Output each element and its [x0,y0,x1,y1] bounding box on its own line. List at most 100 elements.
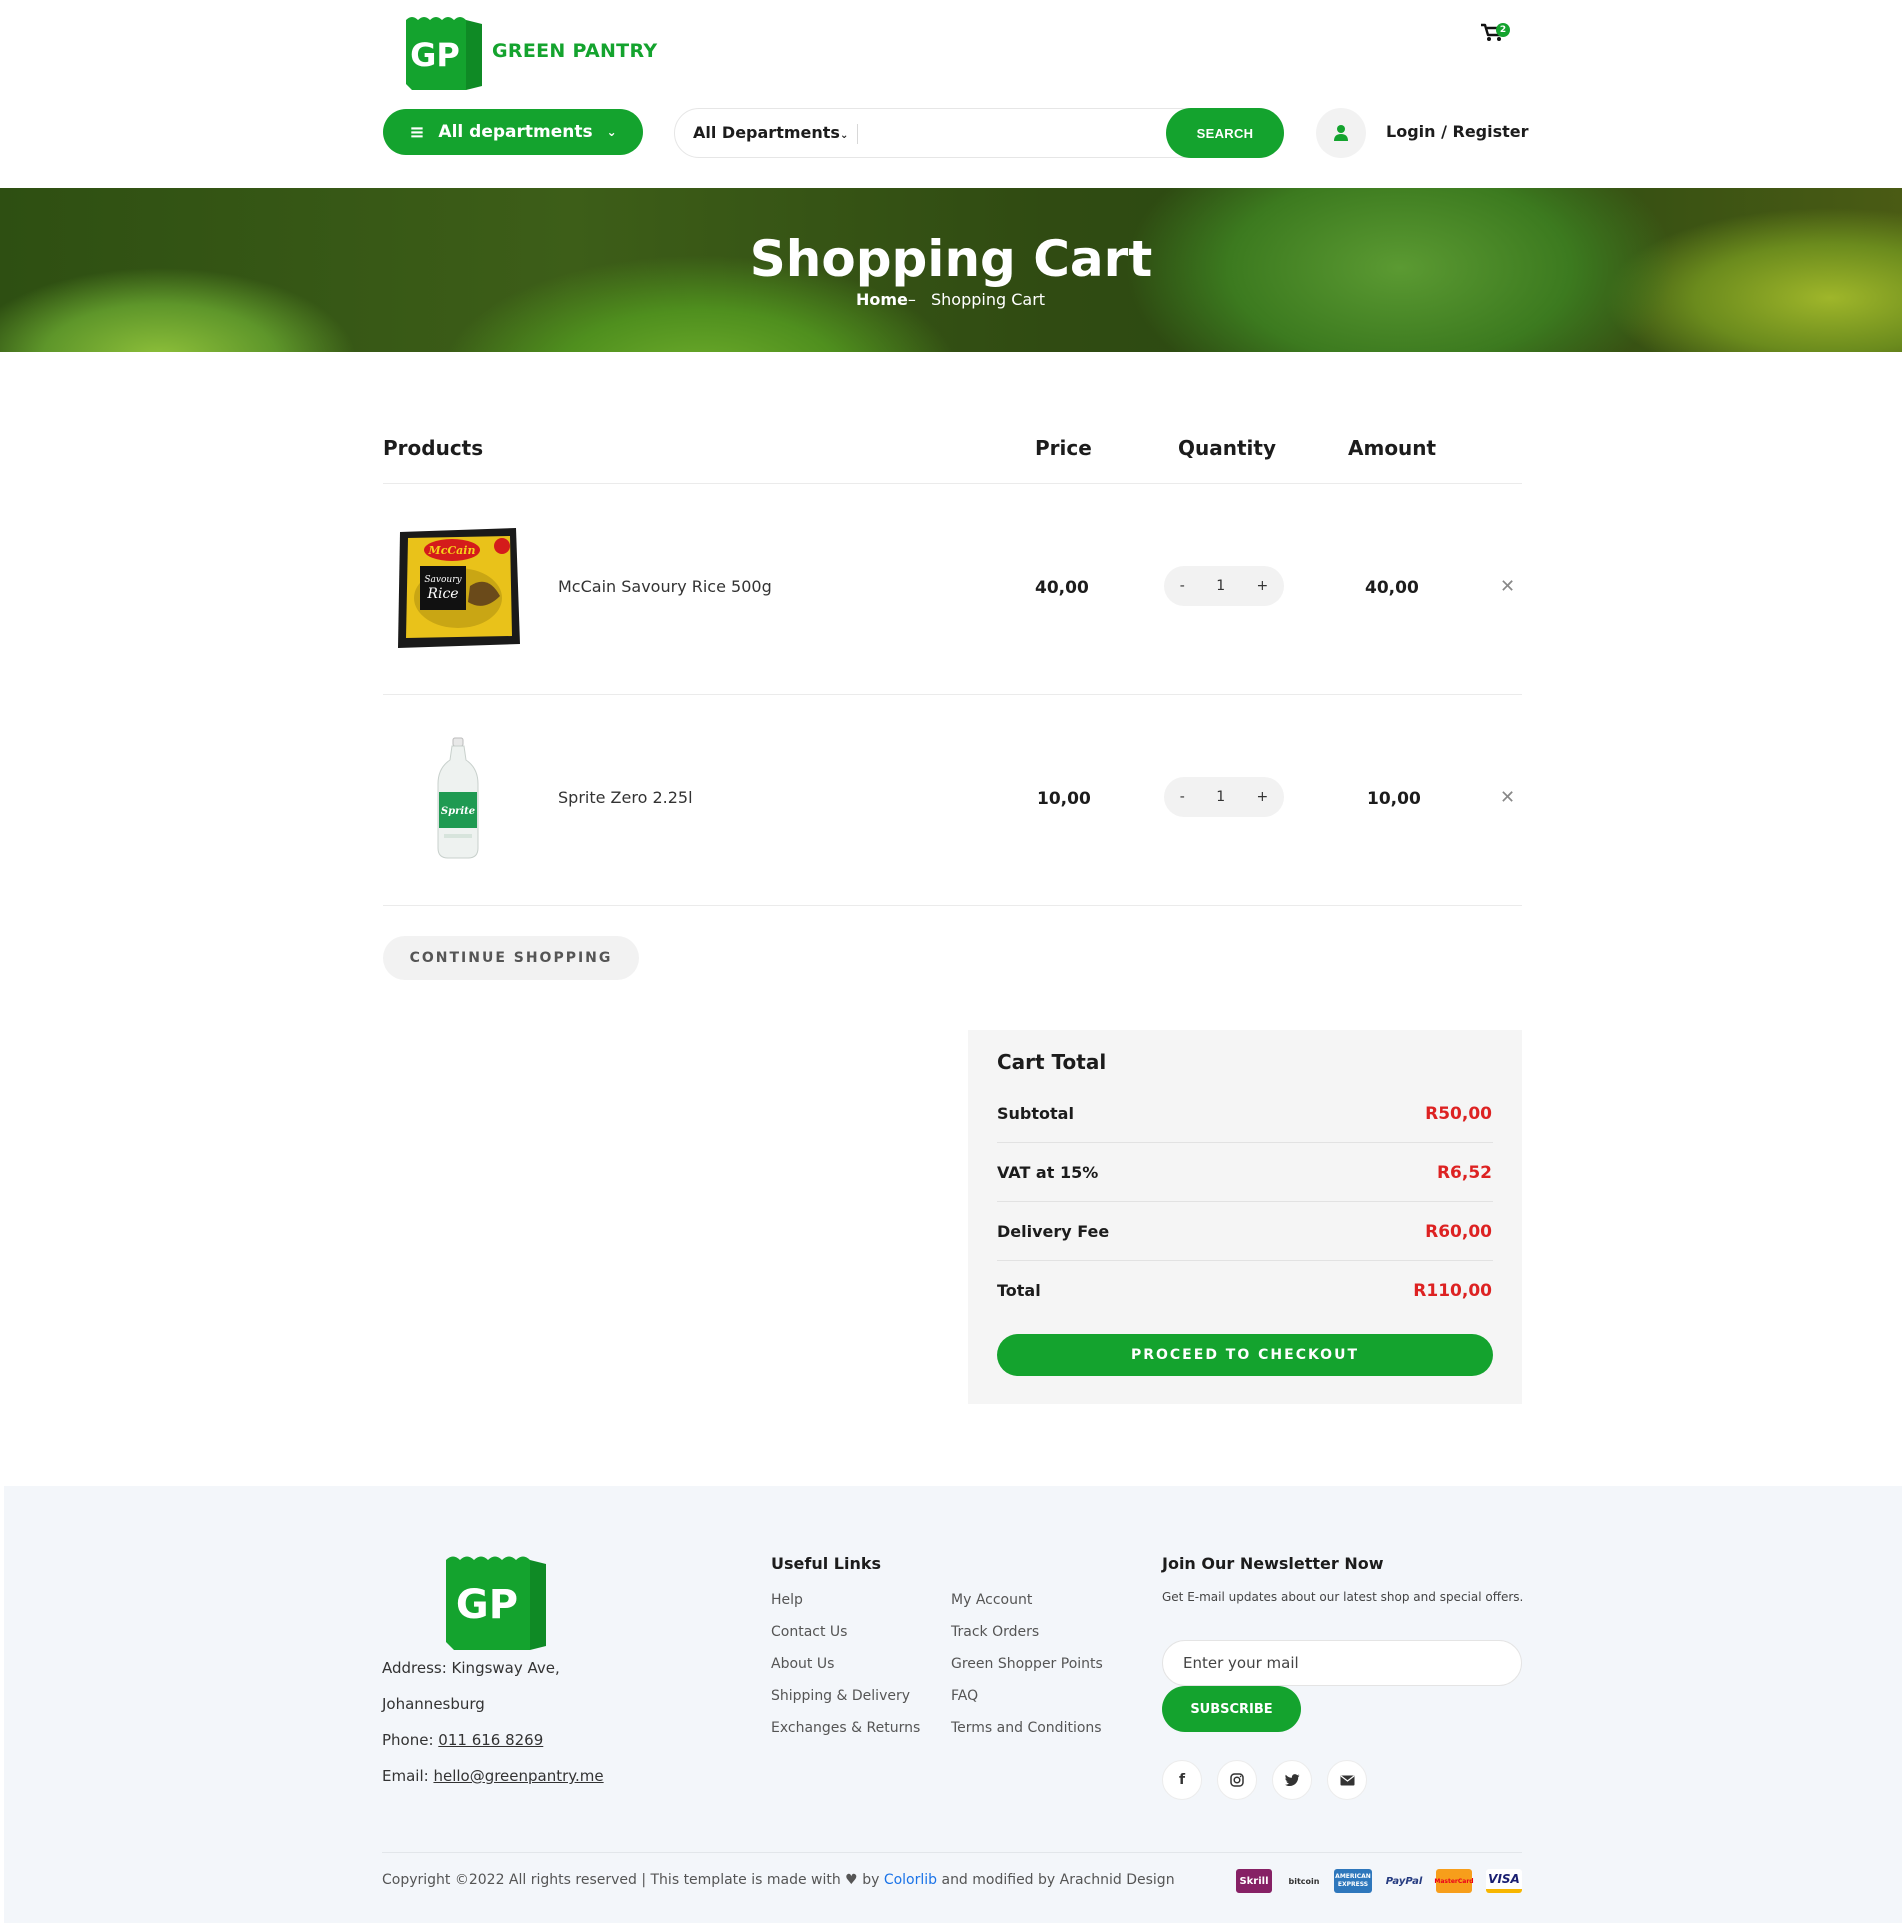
row-divider [383,694,1522,695]
subtotal-value: R50,00 [1425,1104,1492,1124]
product-name[interactable]: McCain Savoury Rice 500g [558,577,772,596]
footer-divider [382,1852,1522,1853]
product-name[interactable]: Sprite Zero 2.25l [558,788,693,807]
logo-initials: GP [410,36,460,74]
facebook-icon[interactable]: f [1162,1760,1202,1800]
instagram-icon[interactable] [1217,1760,1257,1800]
visa-icon: VISA [1486,1869,1522,1893]
product-price: 10,00 [1037,789,1091,809]
product-amount: 40,00 [1365,578,1419,598]
footer-phone-label: Phone: [382,1731,439,1749]
search-category-label: All Departments [693,123,840,142]
cart-count-badge: 2 [1496,23,1510,37]
all-departments-label: All departments [438,122,593,142]
footer-address-line2: Johannesburg [382,1695,485,1713]
search-divider [857,124,858,144]
breadcrumb-home[interactable]: Home [856,290,908,309]
footer-address-line1: Address: Kingsway Ave, [382,1659,560,1677]
column-header-quantity: Quantity [1178,436,1276,460]
quantity-stepper: - 1 + [1164,777,1284,817]
newsletter-title: Join Our Newsletter Now [1162,1554,1384,1573]
footer-link-help[interactable]: Help [771,1592,803,1608]
instagram-glyph [1230,1773,1244,1787]
quantity-increase-button[interactable]: + [1257,578,1269,594]
newsletter-description: Get E-mail updates about our latest shop… [1162,1590,1524,1604]
logo-icon[interactable]: GP [402,14,484,90]
product-price: 40,00 [1035,578,1089,598]
footer-link-my-account[interactable]: My Account [951,1592,1032,1608]
heart-icon: ♥ [845,1872,858,1888]
footer-link-contact-us[interactable]: Contact Us [771,1624,847,1640]
vat-label: VAT at 15% [997,1163,1099,1182]
mastercard-icon: MasterCard [1434,1869,1474,1893]
footer-logo-icon[interactable]: GP [442,1552,548,1650]
footer-link-terms[interactable]: Terms and Conditions [951,1720,1102,1736]
copyright-post: and modified by Arachnid Design [941,1872,1175,1888]
quantity-decrease-button[interactable]: - [1180,578,1185,594]
proceed-to-checkout-button[interactable]: PROCEED TO CHECKOUT [997,1334,1493,1376]
table-header-divider [383,483,1522,484]
hero-banner: Shopping Cart Home– Shopping Cart [0,188,1902,352]
svg-text:Sprite: Sprite [441,806,475,817]
quantity-increase-button[interactable]: + [1257,789,1269,805]
newsletter-email-input[interactable] [1162,1640,1522,1686]
quantity-value[interactable]: 1 [1216,789,1225,805]
continue-shopping-button[interactable]: CONTINUE SHOPPING [383,936,639,980]
vat-value: R6,52 [1436,1163,1492,1183]
user-account-button[interactable] [1316,108,1366,158]
breadcrumb: Home– Shopping Cart [856,290,1045,309]
footer [4,1486,1902,1923]
column-header-price: Price [1035,436,1092,460]
footer-link-green-shopper-points[interactable]: Green Shopper Points [951,1656,1103,1672]
quantity-decrease-button[interactable]: - [1180,789,1185,805]
svg-text:Savoury: Savoury [424,575,462,585]
user-icon [1334,125,1348,141]
footer-email-link[interactable]: hello@greenpantry.me [433,1767,603,1785]
cart-total-title: Cart Total [997,1050,1107,1074]
twitter-icon[interactable] [1272,1760,1312,1800]
colorlib-link[interactable]: Colorlib [884,1872,937,1888]
useful-links-title: Useful Links [771,1554,882,1573]
chevron-down-icon: ⌄ [606,125,617,139]
copyright-by: by [862,1872,880,1888]
footer-link-about-us[interactable]: About Us [771,1656,834,1672]
login-register-link[interactable]: Login / Register [1386,122,1529,141]
quantity-stepper: - 1 + [1164,566,1284,606]
total-divider [997,1201,1493,1202]
footer-link-exchanges-returns[interactable]: Exchanges & Returns [771,1720,920,1736]
total-divider [997,1260,1493,1261]
paypal-icon: PayPal [1385,1875,1423,1887]
subscribe-button[interactable]: SUBSCRIBE [1162,1686,1301,1732]
envelope-icon[interactable] [1327,1760,1367,1800]
brand-name[interactable]: GREEN PANTRY [492,40,657,62]
search-category-select[interactable]: All Departments⌄ [693,123,848,142]
footer-email: Email: hello@greenpantry.me [382,1767,604,1785]
footer-link-shipping-delivery[interactable]: Shipping & Delivery [771,1688,910,1704]
caret-down-icon: ⌄ [839,130,849,141]
delivery-fee-label: Delivery Fee [997,1222,1110,1241]
menu-icon: ≡ [409,121,425,143]
quantity-value[interactable]: 1 [1216,578,1225,594]
copyright-pre: Copyright ©2022 All rights reserved | Th… [382,1872,841,1888]
total-value: R110,00 [1413,1281,1492,1301]
footer-logo-initials: GP [456,1582,518,1628]
remove-item-icon[interactable]: ✕ [1500,576,1515,597]
column-header-amount: Amount [1348,436,1437,460]
footer-link-faq[interactable]: FAQ [951,1688,978,1704]
svg-text:Rice: Rice [426,586,458,602]
total-divider [997,1142,1493,1143]
footer-phone-link[interactable]: 011 616 8269 [438,1731,543,1749]
product-image-rice[interactable]: McCain Savoury Rice [392,526,524,650]
footer-link-track-orders[interactable]: Track Orders [951,1624,1039,1640]
row-divider [383,905,1522,906]
product-image-soda[interactable]: Sprite [392,736,524,860]
remove-item-icon[interactable]: ✕ [1500,787,1515,808]
page-title: Shopping Cart [749,230,1153,288]
skrill-icon: Skrill [1236,1869,1272,1893]
footer-email-label: Email: [382,1767,434,1785]
all-departments-button[interactable]: ≡ All departments ⌄ [383,109,643,155]
svg-text:McCain: McCain [428,544,476,557]
search-button[interactable]: SEARCH [1166,108,1284,158]
subtotal-label: Subtotal [997,1104,1074,1123]
column-header-products: Products [383,436,484,460]
